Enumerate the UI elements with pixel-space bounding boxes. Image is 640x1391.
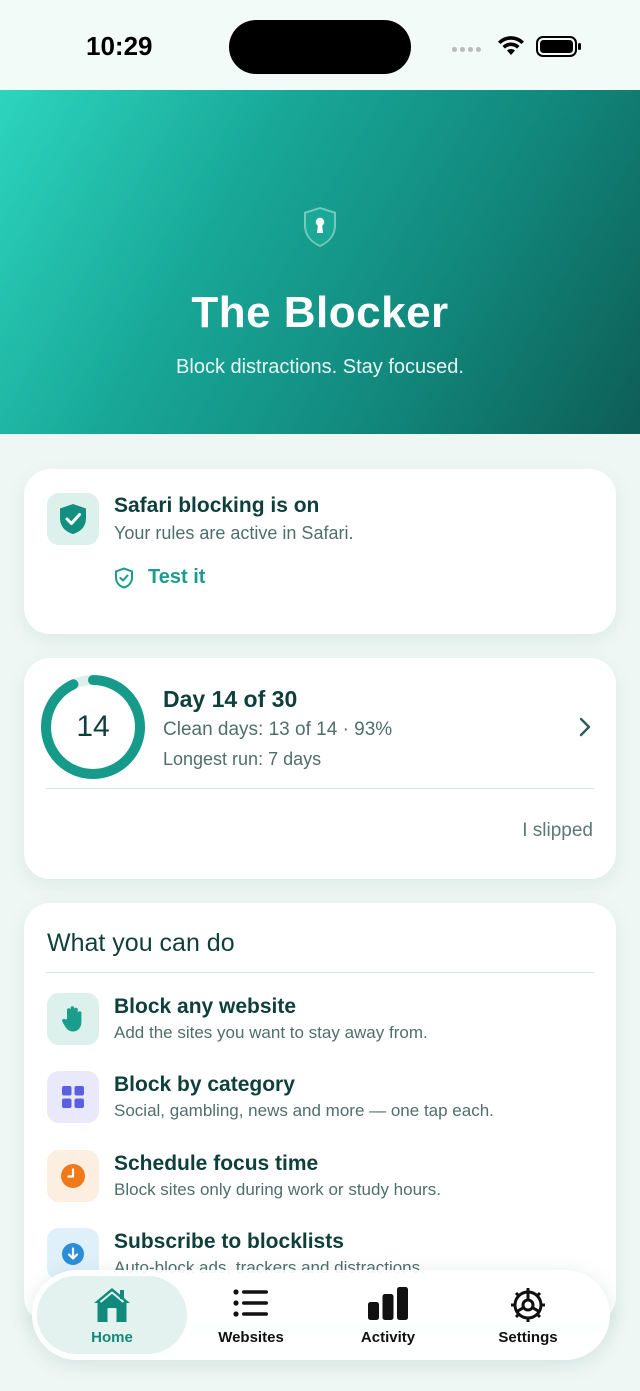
tab-label: Home: [91, 1329, 133, 1346]
test-it-button[interactable]: Test it: [114, 566, 205, 589]
safari-status-card: Safari blocking is on Your rules are act…: [24, 469, 616, 634]
tab-home[interactable]: Home: [37, 1276, 187, 1354]
feature-title: Subscribe to blocklists: [114, 1230, 344, 1253]
tab-label: Settings: [498, 1329, 558, 1346]
shield-keyhole-icon: [304, 207, 336, 247]
download-circle-icon: [62, 1243, 84, 1265]
hand-stop-icon: [62, 1006, 82, 1032]
test-it-label: Test it: [148, 566, 206, 588]
tab-label: Websites: [218, 1329, 284, 1346]
list-icon: [233, 1289, 268, 1317]
feature-subtitle: Block sites only during work or study ho…: [114, 1180, 441, 1199]
feature-title: Block by category: [114, 1073, 295, 1096]
bar-chart-icon: [368, 1287, 408, 1320]
streak-day-number: 14: [76, 710, 110, 743]
feature-icon-tile: [47, 993, 99, 1045]
tab-bar: Home Websites Activity Settings: [32, 1270, 610, 1360]
longest-run-text: Longest run: 7 days: [163, 749, 322, 769]
cellular-signal-icon: [452, 47, 481, 52]
hero-banner: The Blocker Block distractions. Stay foc…: [0, 90, 640, 434]
safari-status-icon-tile: [47, 493, 99, 545]
feature-title: Block any website: [114, 995, 297, 1018]
chevron-right-icon[interactable]: [578, 716, 592, 738]
features-heading: What you can do: [47, 929, 235, 957]
battery-icon: [536, 36, 581, 57]
feature-icon-tile: [47, 1071, 99, 1123]
clean-days-text: Clean days: 13 of 14 · 93%: [163, 719, 393, 740]
streak-divider: [46, 788, 594, 789]
wifi-icon: [498, 36, 524, 55]
app-title: The Blocker: [191, 288, 449, 337]
shield-check-icon: [60, 504, 86, 534]
tab-websites[interactable]: Websites: [176, 1276, 326, 1354]
status-icons: [452, 33, 592, 61]
dynamic-island: [229, 20, 411, 74]
feature-icon-tile: [47, 1150, 99, 1202]
status-time: 10:29: [86, 31, 153, 61]
features-divider: [46, 972, 594, 973]
tab-activity[interactable]: Activity: [313, 1276, 463, 1354]
status-bar: 10:29: [0, 0, 640, 90]
grid-icon: [62, 1086, 84, 1108]
clock-icon: [61, 1164, 85, 1188]
home-icon: [94, 1288, 130, 1322]
feature-block-website[interactable]: Block any website Add the sites you want…: [24, 993, 616, 1065]
feature-block-category[interactable]: Block by category Social, gambling, news…: [24, 1071, 616, 1143]
feature-subtitle: Social, gambling, news and more — one ta…: [114, 1101, 494, 1120]
i-slipped-button[interactable]: I slipped: [522, 820, 593, 842]
streak-day-title: Day 14 of 30: [163, 686, 298, 712]
feature-subtitle: Add the sites you want to stay away from…: [114, 1023, 428, 1042]
gear-icon: [511, 1288, 545, 1322]
app-tagline: Block distractions. Stay focused.: [176, 356, 464, 378]
feature-title: Schedule focus time: [114, 1152, 319, 1175]
tab-settings[interactable]: Settings: [453, 1276, 603, 1354]
safari-status-title: Safari blocking is on: [114, 494, 320, 517]
streak-card[interactable]: 14 Day 14 of 30 Clean days: 13 of 14 · 9…: [24, 658, 616, 879]
features-card: What you can do Block any website Add th…: [24, 903, 616, 1323]
shield-check-outline-icon: [115, 566, 133, 589]
safari-status-subtitle: Your rules are active in Safari.: [114, 523, 354, 543]
tab-label: Activity: [360, 1329, 416, 1346]
feature-schedule-focus[interactable]: Schedule focus time Block sites only dur…: [24, 1150, 616, 1222]
